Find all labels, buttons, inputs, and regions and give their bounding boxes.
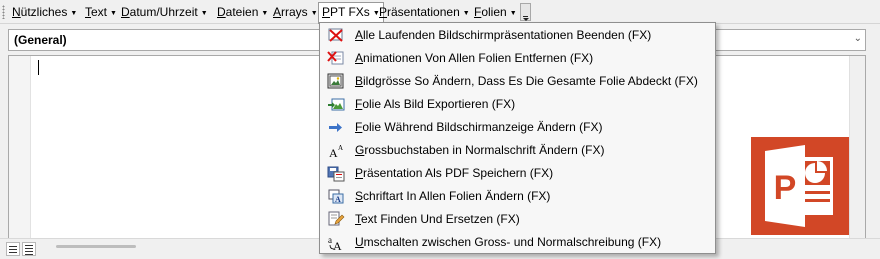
menu-nuetzliches[interactable]: Nützliches ▼	[9, 2, 80, 22]
menu-folien[interactable]: Folien ▼	[471, 2, 520, 22]
menu-item-stop-slideshows[interactable]: Alle Laufenden Bildschirmpräsentationen …	[322, 24, 713, 47]
chevron-down-icon[interactable]: ⌄	[854, 33, 862, 44]
save-pdf-icon	[327, 166, 345, 182]
chevron-down-icon	[523, 18, 529, 21]
menu-ppt-fxs[interactable]: PPT FXs ▼	[318, 2, 384, 24]
menu-item-export-image[interactable]: Folie Als Bild Exportieren (FX)	[322, 93, 713, 116]
menu-praesentationen[interactable]: Präsentationen ▼	[376, 2, 473, 22]
menu-bar: Nützliches ▼ Text ▼ Datum/Uhrzeit ▼ Dateien…	[0, 0, 880, 24]
change-font-icon: A	[328, 189, 344, 204]
menu-text[interactable]: Text ▼	[82, 2, 120, 22]
ppt-fxs-dropdown: Alle Laufenden Bildschirmpräsentationen …	[319, 22, 716, 254]
chevron-down-icon: ▼	[70, 10, 78, 17]
menu-item-change-font[interactable]: A Schriftart In Allen Folien Ändern (FX)	[322, 185, 713, 208]
menu-item-save-as-pdf[interactable]: Präsentation Als PDF Speichern (FX)	[322, 162, 713, 185]
chevron-down-icon: ▼	[110, 10, 117, 17]
font-case-icon: A A	[329, 144, 343, 159]
find-replace-icon	[328, 211, 345, 226]
menu-item-uppercase-to-normal[interactable]: A A Grossbuchstaben in Normalschrift Änd…	[322, 139, 713, 162]
menu-item-change-slide[interactable]: Folie Während Bildschirmanzeige Ändern (…	[322, 116, 713, 139]
text-cursor	[38, 60, 39, 75]
arrow-right-icon	[329, 123, 342, 132]
chevron-down-icon: ▼	[462, 10, 470, 17]
procedure-view-button[interactable]	[6, 242, 20, 256]
menu-item-find-replace[interactable]: Text Finden Und Ersetzen (FX)	[322, 208, 713, 231]
menu-dateien[interactable]: Dateien ▼	[214, 2, 271, 22]
editor-margin	[9, 56, 31, 239]
image-resize-icon	[327, 73, 344, 89]
full-module-view-button[interactable]	[22, 242, 36, 256]
remove-animations-icon	[327, 51, 344, 65]
stop-slideshows-icon	[328, 28, 343, 42]
svg-text:a: a	[328, 235, 332, 245]
vertical-scrollbar[interactable]	[849, 56, 865, 239]
svg-text:A: A	[329, 146, 338, 159]
menu-item-toggle-case[interactable]: a A Umschalten zwischen Gross- und Norma…	[322, 231, 713, 254]
svg-text:A: A	[333, 239, 342, 251]
powerpoint-logo: P	[751, 137, 849, 235]
svg-text:P: P	[774, 169, 797, 207]
svg-text:A: A	[338, 144, 343, 152]
menu-item-image-resize[interactable]: Bildgrösse So Ändern, Dass Es Die Gesamt…	[322, 70, 713, 93]
combobox-value: (General)	[14, 33, 67, 47]
chevron-down-icon: ▼	[509, 10, 517, 17]
menu-item-remove-animations[interactable]: Animationen Von Allen Folien Entfernen (…	[322, 47, 713, 70]
menu-datum-uhrzeit[interactable]: Datum/Uhrzeit ▼	[118, 2, 211, 22]
toolbar-grip[interactable]	[2, 5, 5, 19]
toggle-case-icon: a A	[328, 235, 342, 251]
chevron-down-icon: ▼	[261, 10, 269, 17]
horizontal-scrollbar[interactable]	[56, 245, 136, 248]
export-image-icon	[328, 98, 345, 111]
menu-arrays[interactable]: Arrays ▼	[270, 2, 321, 22]
window-edge	[866, 24, 880, 238]
toolbar-overflow-button[interactable]	[520, 3, 531, 21]
chevron-down-icon: ▼	[200, 10, 208, 17]
svg-text:A: A	[335, 195, 341, 204]
chevron-down-icon: ▼	[310, 10, 318, 17]
